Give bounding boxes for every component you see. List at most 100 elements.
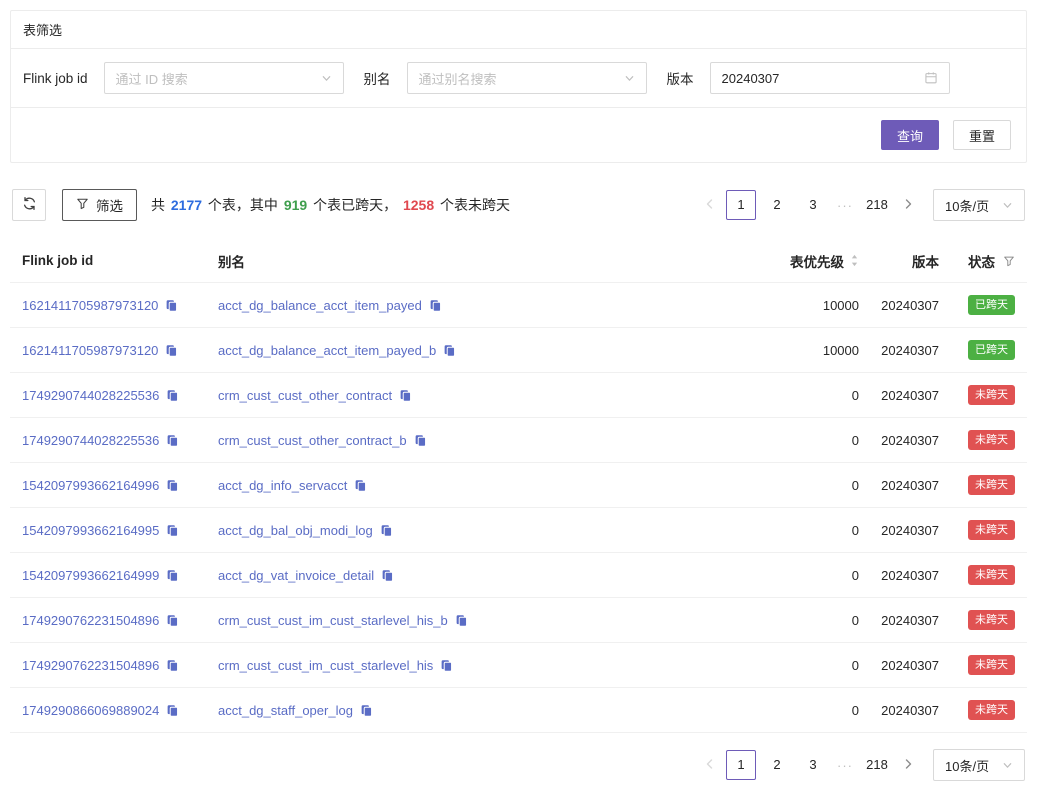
copy-icon[interactable]: [455, 614, 468, 627]
page-button-218[interactable]: 218: [862, 190, 892, 220]
status-cell: 未跨天: [939, 610, 1015, 629]
job-id-link[interactable]: 1749290762231504896: [22, 658, 159, 673]
copy-icon[interactable]: [165, 344, 178, 357]
chevron-down-icon: [624, 73, 635, 84]
alias-link[interactable]: crm_cust_cust_other_contract_b: [218, 433, 407, 448]
job-id-link[interactable]: 1621411705987973120: [22, 343, 158, 358]
page-button-3[interactable]: 3: [798, 750, 828, 780]
filter-icon[interactable]: [1003, 255, 1015, 267]
header-status-label: 状态: [968, 251, 995, 271]
copy-icon[interactable]: [166, 434, 179, 447]
job-id-cell: 1542097993662164996: [22, 478, 218, 493]
priority-value: 0: [719, 658, 859, 673]
alias-link[interactable]: acct_dg_info_servacct: [218, 478, 347, 493]
copy-icon[interactable]: [166, 704, 179, 717]
job-id-link[interactable]: 1749290744028225536: [22, 388, 159, 403]
copy-icon[interactable]: [166, 524, 179, 537]
copy-icon[interactable]: [414, 434, 427, 447]
alias-link[interactable]: crm_cust_cust_other_contract: [218, 388, 392, 403]
alias-link[interactable]: acct_dg_balance_acct_item_payed_b: [218, 343, 436, 358]
header-priority[interactable]: 表优先级: [719, 251, 859, 271]
alias-select[interactable]: 通过别名搜索: [407, 62, 647, 94]
alias-cell: crm_cust_cust_im_cust_starlevel_his: [218, 658, 719, 673]
query-button[interactable]: 查询: [881, 120, 939, 150]
status-cell: 已跨天: [939, 295, 1015, 314]
job-id-link[interactable]: 1749290744028225536: [22, 433, 159, 448]
chevron-down-icon: [1002, 760, 1013, 771]
status-badge: 已跨天: [968, 340, 1015, 359]
copy-icon[interactable]: [166, 614, 179, 627]
copy-icon[interactable]: [399, 389, 412, 402]
job-id-link[interactable]: 1542097993662164996: [22, 478, 159, 493]
page-button-218[interactable]: 218: [862, 750, 892, 780]
table-row: 1621411705987973120 acct_dg_balance_acct…: [10, 328, 1027, 373]
job-id-cell: 1621411705987973120: [22, 298, 218, 313]
alias-link[interactable]: acct_dg_balance_acct_item_payed: [218, 298, 422, 313]
alias-cell: acct_dg_staff_oper_log: [218, 703, 719, 718]
job-id-link[interactable]: 1542097993662164999: [22, 568, 159, 583]
pagination-ellipsis[interactable]: ···: [831, 758, 859, 773]
version-value: 20240307: [859, 613, 939, 628]
version-value: 20240307: [859, 298, 939, 313]
page-button-3[interactable]: 3: [798, 190, 828, 220]
page-size-select[interactable]: 10条/页: [933, 749, 1025, 781]
page-size-value: 10条/页: [945, 756, 989, 775]
page-button-1[interactable]: 1: [726, 190, 756, 220]
copy-icon[interactable]: [381, 569, 394, 582]
alias-link[interactable]: acct_dg_vat_invoice_detail: [218, 568, 374, 583]
next-page-button[interactable]: [895, 750, 921, 780]
reset-button[interactable]: 重置: [953, 120, 1011, 150]
table-body: 1621411705987973120 acct_dg_balance_acct…: [10, 283, 1027, 733]
alias-cell: crm_cust_cust_im_cust_starlevel_his_b: [218, 613, 719, 628]
table-row: 1749290762231504896 crm_cust_cust_im_cus…: [10, 643, 1027, 688]
refresh-button[interactable]: [12, 189, 46, 221]
copy-icon[interactable]: [166, 569, 179, 582]
copy-icon[interactable]: [360, 704, 373, 717]
copy-icon[interactable]: [440, 659, 453, 672]
version-date-value: 20240307: [722, 71, 780, 86]
copy-icon[interactable]: [429, 299, 442, 312]
page-size-select[interactable]: 10条/页: [933, 189, 1025, 221]
alias-link[interactable]: crm_cust_cust_im_cust_starlevel_his_b: [218, 613, 448, 628]
priority-value: 0: [719, 478, 859, 493]
copy-icon[interactable]: [443, 344, 456, 357]
copy-icon[interactable]: [165, 299, 178, 312]
copy-icon[interactable]: [380, 524, 393, 537]
pagination-ellipsis[interactable]: ···: [831, 198, 859, 213]
alias-cell: crm_cust_cust_other_contract: [218, 388, 719, 403]
copy-icon[interactable]: [166, 479, 179, 492]
uncrossed-count: 1258: [403, 197, 434, 213]
filter-actions-row: 查询 重置: [11, 107, 1026, 162]
filter-fields-row: Flink job id 通过 ID 搜索 别名 通过别名搜索: [11, 49, 1026, 107]
prev-page-button[interactable]: [697, 190, 723, 220]
alias-link[interactable]: acct_dg_staff_oper_log: [218, 703, 353, 718]
filter-toggle-button[interactable]: 筛选: [62, 189, 137, 221]
sort-icon[interactable]: [850, 253, 859, 268]
version-value: 20240307: [859, 703, 939, 718]
next-page-button[interactable]: [895, 190, 921, 220]
version-date-input[interactable]: 20240307: [710, 62, 950, 94]
refresh-icon: [22, 196, 37, 214]
job-id-link[interactable]: 1749290762231504896: [22, 613, 159, 628]
alias-link[interactable]: crm_cust_cust_im_cust_starlevel_his: [218, 658, 433, 673]
job-id-field: Flink job id 通过 ID 搜索: [23, 62, 344, 94]
page-button-1[interactable]: 1: [726, 750, 756, 780]
copy-icon[interactable]: [166, 659, 179, 672]
calendar-icon: [924, 71, 938, 85]
job-id-link[interactable]: 1749290866069889024: [22, 703, 159, 718]
job-id-cell: 1621411705987973120: [22, 343, 218, 358]
status-badge: 未跨天: [968, 385, 1015, 404]
prev-page-button[interactable]: [697, 750, 723, 780]
copy-icon[interactable]: [166, 389, 179, 402]
summary-suffix: 个表未跨天: [436, 197, 510, 213]
alias-link[interactable]: acct_dg_bal_obj_modi_log: [218, 523, 373, 538]
page-button-2[interactable]: 2: [762, 190, 792, 220]
job-id-link[interactable]: 1621411705987973120: [22, 298, 158, 313]
job-id-label: Flink job id: [23, 71, 88, 86]
job-id-link[interactable]: 1542097993662164995: [22, 523, 159, 538]
copy-icon[interactable]: [354, 479, 367, 492]
status-badge: 未跨天: [968, 430, 1015, 449]
job-id-select[interactable]: 通过 ID 搜索: [104, 62, 344, 94]
status-badge: 未跨天: [968, 565, 1015, 584]
page-button-2[interactable]: 2: [762, 750, 792, 780]
